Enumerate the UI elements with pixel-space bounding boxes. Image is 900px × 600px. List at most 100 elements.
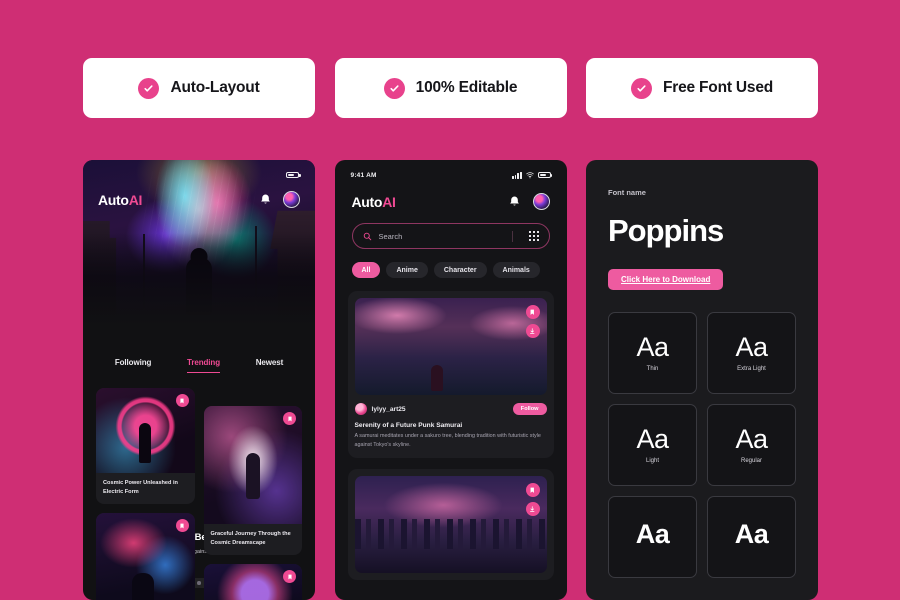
font-weight-label: Light — [645, 458, 659, 464]
bookmark-icon[interactable] — [283, 412, 296, 425]
tab-trending[interactable]: Trending — [187, 358, 220, 373]
artwork-card[interactable] — [96, 513, 195, 600]
bell-icon[interactable] — [259, 193, 272, 206]
bookmark-icon[interactable] — [175, 394, 189, 407]
font-sample: Aa — [636, 424, 669, 454]
badge-label: Auto-Layout — [170, 79, 260, 96]
post-card[interactable]: lylyy_art25 Follow Serenity of a Future … — [347, 291, 554, 458]
wifi-icon — [525, 171, 534, 179]
poster-canvas: Auto-Layout 100% Editable Free Font Used — [0, 0, 900, 600]
logo-part-1: Auto — [98, 191, 129, 208]
search-icon — [363, 232, 372, 241]
font-sample: Aa — [734, 519, 769, 549]
font-weight-cell[interactable]: Aa Light — [608, 404, 697, 486]
feed-tabs: Following Trending Newest — [83, 358, 315, 373]
badge-auto-layout[interactable]: Auto-Layout — [83, 58, 315, 118]
search-input[interactable]: Search — [379, 232, 506, 241]
app-logo: AutoAI — [98, 192, 142, 208]
font-name-value: Poppins — [608, 213, 724, 248]
battery-icon — [286, 171, 301, 179]
masonry-column-right: Graceful Journey Through the Cosmic Drea… — [203, 388, 302, 600]
post-card[interactable] — [347, 468, 554, 580]
font-sample: Aa — [735, 424, 768, 454]
chip-character[interactable]: Character — [433, 262, 487, 278]
font-weight-cell[interactable]: Aa — [608, 496, 697, 578]
post-title: Serenity of a Future Punk Samurai — [354, 422, 463, 429]
bookmark-icon[interactable] — [283, 570, 296, 584]
feed-header: AutoAI — [335, 179, 567, 210]
artwork-card-title: Cosmic Power Unleashed in Electric Form — [103, 480, 178, 495]
post-feed: lylyy_art25 Follow Serenity of a Future … — [347, 291, 554, 580]
chip-anime[interactable]: Anime — [386, 262, 428, 278]
artwork-thumbnail — [203, 406, 302, 524]
font-weight-cell[interactable]: Aa Regular — [707, 404, 796, 486]
filter-icon[interactable] — [529, 231, 539, 241]
search-bar[interactable]: Search — [351, 223, 550, 249]
status-bar: 9:41 AM — [335, 160, 567, 179]
phone-home-screen: 9:41 AM AutoAI — [83, 160, 315, 600]
artwork-card[interactable]: Cosmic Power Unleashed in Electric Form — [96, 388, 195, 505]
artwork-card[interactable] — [203, 564, 302, 600]
signal-icon — [512, 171, 522, 179]
font-weight-cell[interactable]: Aa Extra Light — [707, 312, 796, 394]
post-image — [354, 475, 547, 573]
check-circle-icon — [383, 77, 405, 99]
status-time: 9:41 AM — [350, 171, 377, 179]
phone-feed-screen: 9:41 AM AutoAI Search All Anime Characte… — [334, 160, 567, 600]
artwork-thumbnail — [96, 388, 195, 473]
phone-font-screen: Font name Poppins Click Here to Download… — [586, 160, 818, 600]
font-weight-cell[interactable]: Aa Thin — [608, 312, 697, 394]
download-icon[interactable] — [525, 501, 540, 516]
check-circle-icon — [138, 77, 160, 99]
logo-part-2: AI — [382, 193, 396, 210]
font-name-label: Font name — [608, 188, 646, 197]
post-description: A samurai meditates under a sakuro tree,… — [354, 433, 541, 449]
feature-badges: Auto-Layout 100% Editable Free Font Used — [83, 58, 818, 118]
check-circle-icon — [630, 77, 652, 99]
hero-actions — [259, 191, 300, 208]
artwork-thumbnail — [96, 513, 195, 600]
font-weight-grid: Aa Thin Aa Extra Light Aa Light Aa Regul… — [608, 312, 796, 578]
post-meta-row: lylyy_art25 Follow — [354, 403, 547, 415]
font-weight-cell[interactable]: Aa — [707, 496, 796, 578]
hero-top-bar: AutoAI — [83, 191, 315, 208]
battery-icon — [537, 171, 552, 179]
badge-free-font[interactable]: Free Font Used — [586, 58, 818, 118]
post-author[interactable]: lylyy_art25 — [354, 403, 406, 415]
avatar[interactable] — [532, 193, 550, 210]
chip-animals[interactable]: Animals — [492, 262, 540, 278]
download-icon[interactable] — [525, 324, 540, 338]
download-font-label: Click Here to Download — [621, 275, 711, 284]
bookmark-icon[interactable] — [525, 482, 540, 497]
post-username: lylyy_art25 — [371, 405, 406, 413]
avatar[interactable] — [283, 191, 300, 208]
logo-part-2: AI — [128, 191, 143, 208]
bell-icon[interactable] — [508, 195, 521, 208]
artwork-card-title: Graceful Journey Through the Cosmic Drea… — [210, 531, 291, 546]
post-image-actions — [525, 482, 540, 516]
badge-editable[interactable]: 100% Editable — [334, 58, 567, 118]
hero-gradient-scrim — [83, 233, 315, 325]
category-chips: All Anime Character Animals — [335, 249, 567, 278]
post-image-actions — [525, 305, 540, 338]
follow-button[interactable]: Follow — [512, 403, 547, 415]
artwork-thumbnail — [203, 564, 302, 600]
status-icons — [512, 171, 552, 179]
tab-following[interactable]: Following — [115, 358, 152, 373]
bookmark-icon[interactable] — [525, 305, 540, 319]
tab-newest[interactable]: Newest — [256, 358, 284, 373]
hero-carousel[interactable] — [83, 160, 315, 325]
artwork-card[interactable]: Graceful Journey Through the Cosmic Drea… — [203, 406, 302, 556]
phone-mockups: 9:41 AM AutoAI — [83, 160, 818, 600]
font-weight-label: Extra Light — [737, 366, 766, 372]
font-weight-label: Thin — [646, 366, 659, 372]
bookmark-icon[interactable] — [175, 519, 189, 533]
download-font-button[interactable]: Click Here to Download — [608, 269, 724, 290]
chip-all[interactable]: All — [351, 262, 381, 278]
masonry-column-left: Cosmic Power Unleashed in Electric Form — [96, 388, 195, 600]
artwork-masonry-grid: Cosmic Power Unleashed in Electric Form — [96, 388, 302, 600]
font-sample: Aa — [636, 332, 669, 362]
font-sample: Aa — [735, 332, 768, 362]
badge-label: Free Font Used — [662, 79, 774, 96]
divider — [512, 230, 514, 242]
